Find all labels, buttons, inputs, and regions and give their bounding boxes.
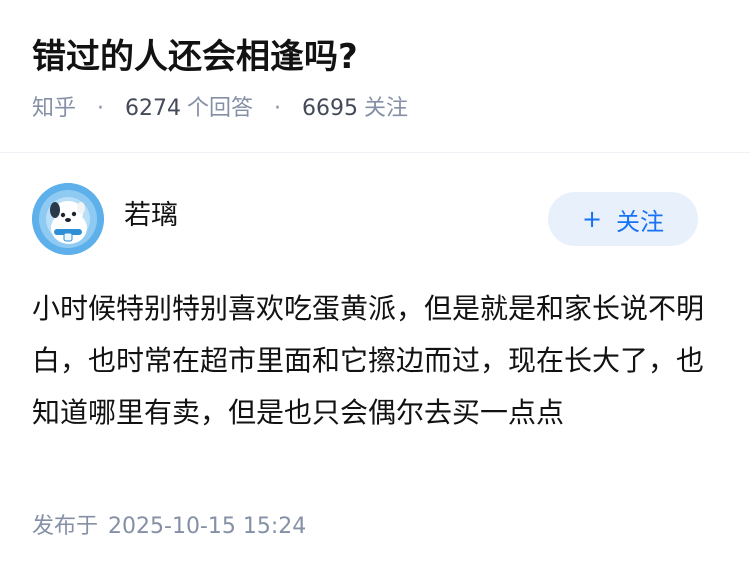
answer-count: 6274	[125, 96, 182, 121]
meta-separator: ·	[97, 96, 105, 121]
published-label: 发布于	[32, 514, 99, 539]
published-info: 发布于 2025-10-15 15:24	[32, 512, 306, 542]
question-meta: 知乎 · 6274 个回答 · 6695 关注	[32, 94, 718, 124]
follow-button-label: 关注	[616, 207, 665, 236]
answer-content: 小时候特别特别喜欢吃蛋黄派，但是就是和家长说不明白，也时常在超市里面和它擦边而过…	[32, 292, 705, 429]
source-label[interactable]: 知乎	[32, 96, 76, 121]
meta-separator: ·	[274, 96, 282, 121]
follow-button[interactable]: + 关注	[548, 192, 698, 246]
answer-count-label: 个回答	[187, 96, 254, 121]
follower-count: 6695	[302, 96, 359, 121]
plus-icon: +	[581, 205, 603, 233]
section-divider	[0, 152, 750, 153]
cartoon-dog-avatar-icon[interactable]	[32, 183, 104, 255]
author-row: 若璃 + 关注	[32, 183, 698, 255]
published-time: 2025-10-15 15:24	[108, 514, 307, 539]
question-title[interactable]: 错过的人还会相逢吗?	[32, 34, 718, 80]
follower-count-label: 关注	[364, 96, 409, 121]
answer-page: 错过的人还会相逢吗? 知乎 · 6274 个回答 · 6695 关注 若璃 + …	[0, 0, 750, 578]
author-name[interactable]: 若璃	[124, 199, 178, 233]
question-header: 错过的人还会相逢吗? 知乎 · 6274 个回答 · 6695 关注	[32, 34, 718, 124]
